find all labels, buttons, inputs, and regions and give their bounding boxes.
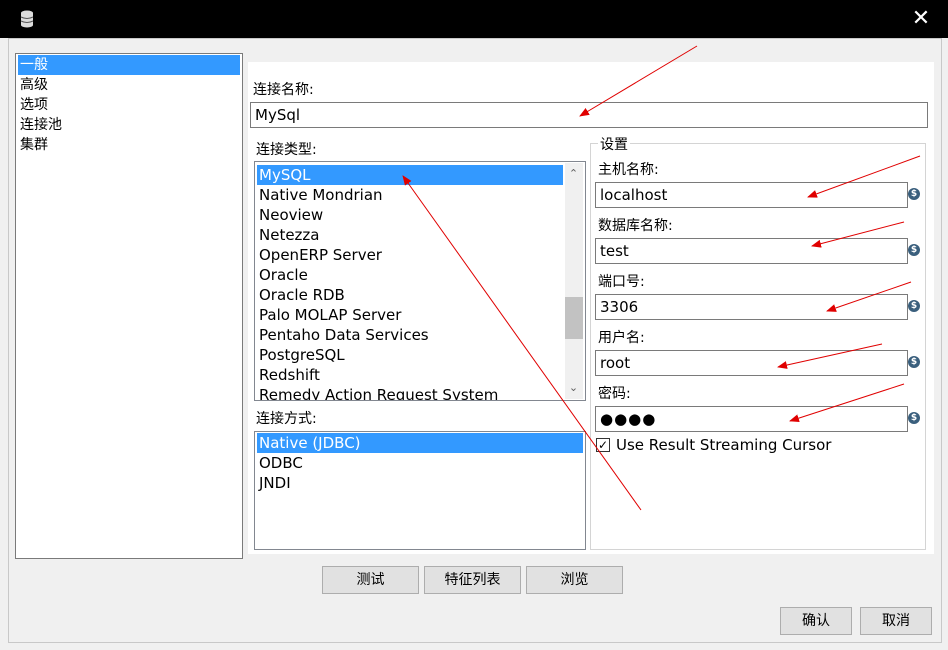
window-title: 数据库连接 [43,11,119,29]
list-item[interactable]: OpenERP Server [257,245,382,265]
streaming-checkbox[interactable]: ✓ [596,438,610,452]
close-icon[interactable]: ✕ [906,4,936,34]
host-input[interactable]: localhost [595,182,908,208]
ok-button[interactable]: 确认 [780,607,852,635]
list-item[interactable]: Neoview [257,205,323,225]
variable-icon[interactable]: $ [908,244,920,256]
database-label: 数据库名称: [598,218,673,234]
vertical-scrollbar[interactable]: ⌃ ⌄ [565,163,583,399]
access-method-label: 连接方式: [256,411,317,427]
connection-name-label: 连接名称: [253,82,314,98]
variable-icon[interactable]: $ [908,412,920,424]
connection-name-input[interactable]: MySql [250,102,928,128]
scrollbar-thumb[interactable] [565,297,583,339]
nav-item-general[interactable]: 一般 [18,55,240,75]
list-item[interactable]: Redshift [257,365,320,385]
database-input[interactable]: test [595,238,908,264]
username-label: 用户名: [598,330,645,346]
scroll-down-icon[interactable]: ⌄ [565,379,582,396]
category-list: 一般 高级 选项 连接池 集群 [15,53,243,559]
list-item[interactable]: ODBC [257,453,303,473]
list-item[interactable]: JNDI [257,473,291,493]
list-item[interactable]: Netezza [257,225,320,245]
list-item[interactable]: Native Mondrian [257,185,383,205]
host-label: 主机名称: [598,162,659,178]
nav-item-advanced[interactable]: 高级 [18,75,240,95]
variable-icon[interactable]: $ [908,300,920,312]
streaming-label: Use Result Streaming Cursor [616,436,832,454]
scroll-up-icon[interactable]: ⌃ [565,165,582,182]
access-method-list[interactable]: Native (JDBC) ODBC JNDI [254,431,586,550]
list-item[interactable]: Oracle RDB [257,285,345,305]
test-button[interactable]: 测试 [322,566,419,594]
nav-item-options[interactable]: 选项 [18,95,240,115]
nav-item-pooling[interactable]: 连接池 [18,115,240,135]
database-icon [20,10,34,28]
port-input[interactable]: 3306 [595,294,908,320]
settings-title: 设置 [598,134,630,154]
list-item[interactable]: MySQL [257,165,563,185]
list-item[interactable]: Pentaho Data Services [257,325,429,345]
connection-type-label: 连接类型: [256,142,317,158]
list-item[interactable]: Oracle [257,265,308,285]
list-item[interactable]: Remedy Action Request System [257,385,498,400]
browse-button[interactable]: 浏览 [526,566,623,594]
port-label: 端口号: [598,274,645,290]
variable-icon[interactable]: $ [908,356,920,368]
password-input[interactable]: ●●●● [595,406,908,432]
list-item[interactable]: Native (JDBC) [257,433,583,453]
nav-item-clustering[interactable]: 集群 [18,135,240,155]
feature-list-button[interactable]: 特征列表 [424,566,521,594]
list-item[interactable]: PostgreSQL [257,345,345,365]
password-label: 密码: [598,386,631,402]
connection-type-list[interactable]: MySQL Native Mondrian Neoview Netezza Op… [254,161,586,401]
username-input[interactable]: root [595,350,908,376]
variable-icon[interactable]: $ [908,188,920,200]
cancel-button[interactable]: 取消 [860,607,932,635]
list-item[interactable]: Palo MOLAP Server [257,305,401,325]
title-bar [0,0,948,38]
